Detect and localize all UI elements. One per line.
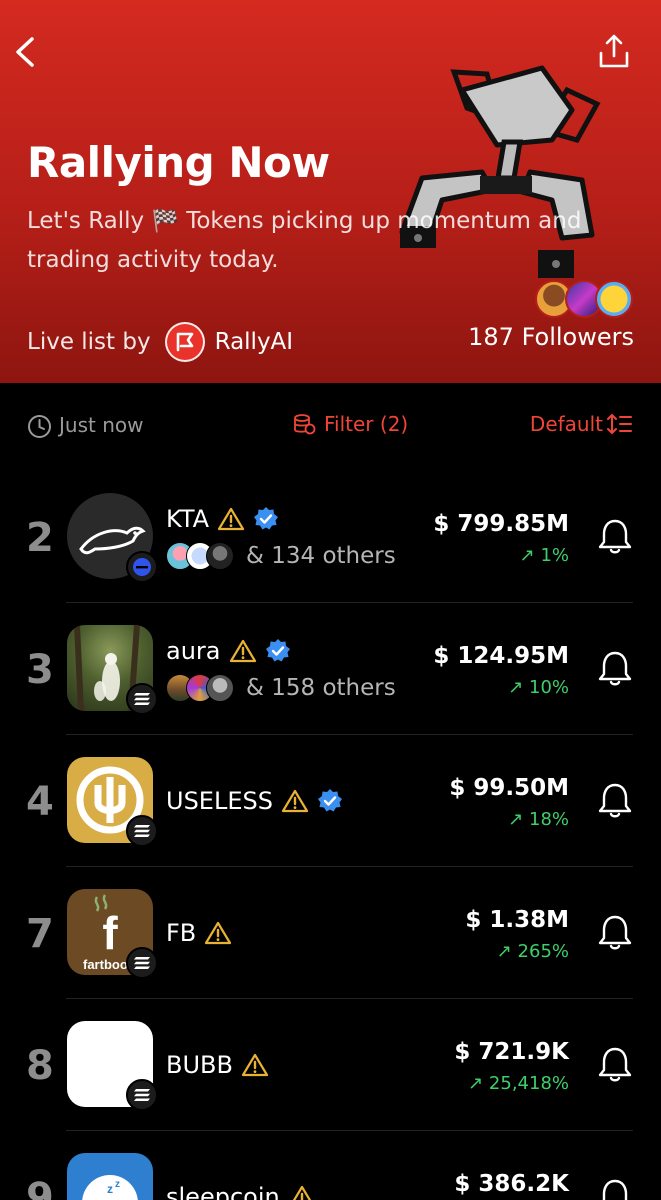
back-button[interactable]	[10, 34, 44, 70]
sleep-logo-icon: z z	[82, 1175, 138, 1200]
token-title: KTA	[166, 505, 279, 533]
price-change: ↗ 10%	[508, 677, 569, 698]
bell-icon[interactable]	[597, 1177, 633, 1200]
svg-text:f: f	[102, 907, 118, 959]
token-rank: 9	[26, 1175, 54, 1200]
list-item[interactable]: 3 aura & 158 others $ 124.95M ↗ 10%	[0, 603, 661, 735]
curator-name: RallyAI	[214, 329, 294, 355]
avatar	[595, 280, 633, 318]
solana-chain-icon	[126, 947, 158, 979]
warning-icon[interactable]	[229, 638, 257, 664]
token-name: KTA	[166, 505, 210, 533]
verified-badge-icon	[317, 789, 342, 812]
list-item[interactable]: 9 z z sleepcoin $ 386.2K	[0, 1131, 661, 1200]
list-item[interactable]: 7 f fartbook FB $ 1.38M ↗ 265%	[0, 867, 661, 999]
verified-badge-icon	[254, 507, 279, 530]
bell-icon[interactable]	[597, 913, 633, 951]
warning-icon[interactable]	[288, 1184, 316, 1200]
price-change: ↗ 25,418%	[468, 1073, 569, 1094]
solana-chain-icon	[126, 1079, 158, 1111]
list-description: Let's Rally 🏁 Tokens picking up momentum…	[27, 202, 587, 279]
market-cap: $ 799.85M	[433, 511, 569, 537]
token-name: FB	[166, 919, 197, 947]
market-cap: $ 1.38M	[465, 907, 569, 933]
token-name: aura	[166, 637, 221, 665]
list-toolbar: Just now Filter (2) Default	[0, 383, 661, 471]
token-rank: 2	[26, 515, 54, 561]
live-list-label: Live list by	[27, 329, 151, 355]
description-start: Let's Rally	[27, 208, 145, 234]
svg-text:z: z	[115, 1179, 120, 1190]
token-title: aura	[166, 637, 291, 665]
last-updated: Just now	[59, 413, 144, 437]
holder-avatars[interactable]: & 158 others	[166, 671, 396, 705]
holder-avatars[interactable]: & 134 others	[166, 539, 396, 573]
bell-icon[interactable]	[597, 517, 633, 555]
others-count: & 158 others	[246, 675, 396, 701]
filter-label: Filter (2)	[324, 412, 409, 436]
token-name: USELESS	[166, 787, 273, 815]
curator-row[interactable]: Live list by RallyAI	[27, 321, 293, 363]
svg-text:z: z	[107, 1182, 113, 1196]
sort-icon	[607, 414, 632, 434]
token-name: BUBB	[166, 1051, 233, 1079]
warning-icon[interactable]	[204, 920, 232, 946]
follower-avatars[interactable]	[535, 280, 635, 320]
base-chain-icon	[126, 551, 158, 583]
sort-label: Default	[529, 412, 603, 436]
bell-icon[interactable]	[597, 649, 633, 687]
market-cap: $ 124.95M	[433, 643, 569, 669]
token-rank: 3	[26, 647, 54, 693]
avatar	[206, 674, 234, 702]
token-logo: z z	[67, 1153, 153, 1200]
market-cap: $ 386.2K	[454, 1171, 569, 1197]
filter-button[interactable]: Filter (2)	[292, 412, 408, 436]
token-title: BUBB	[166, 1051, 269, 1079]
list-item[interactable]: 4 USELESS $ 99.50M ↗ 18%	[0, 735, 661, 867]
token-rank: 4	[26, 779, 54, 825]
coins-stack-icon	[294, 414, 316, 435]
sort-button[interactable]: Default	[530, 412, 633, 436]
others-count: & 134 others	[246, 543, 396, 569]
rally-logo-icon	[164, 322, 205, 362]
warning-icon[interactable]	[217, 506, 245, 532]
list-item[interactable]: 8 BUBB $ 721.9K ↗ 25,418%	[0, 999, 661, 1131]
bell-icon[interactable]	[597, 1045, 633, 1083]
price-change: ↗ 18%	[508, 809, 569, 830]
warning-icon[interactable]	[281, 788, 309, 814]
solana-chain-icon	[126, 815, 158, 847]
followers-count[interactable]: 187 Followers	[468, 323, 634, 351]
token-title: sleepcoin	[166, 1183, 316, 1200]
token-title: USELESS	[166, 787, 343, 815]
checkered-flag-icon: 🏁	[151, 209, 179, 234]
avatar	[206, 542, 234, 570]
list-item[interactable]: 2 KTA & 134 others $ 799.85M ↗ 1%	[0, 471, 661, 603]
price-change: ↗ 265%	[496, 941, 569, 962]
solana-chain-icon	[126, 683, 158, 715]
market-cap: $ 99.50M	[449, 775, 569, 801]
page-title: Rallying Now	[27, 138, 330, 187]
price-change: ↗ 1%	[519, 545, 569, 566]
warning-icon[interactable]	[241, 1052, 269, 1078]
verified-badge-icon	[265, 639, 290, 662]
bell-icon[interactable]	[597, 781, 633, 819]
clock-icon	[28, 415, 51, 438]
token-title: FB	[166, 919, 232, 947]
chevron-left-icon	[16, 37, 34, 67]
list-header: Rallying Now Let's Rally 🏁 Tokens pickin…	[0, 0, 661, 383]
token-name: sleepcoin	[166, 1183, 280, 1200]
token-rank: 7	[26, 911, 54, 957]
token-rank: 8	[26, 1043, 54, 1089]
market-cap: $ 721.9K	[454, 1039, 569, 1065]
